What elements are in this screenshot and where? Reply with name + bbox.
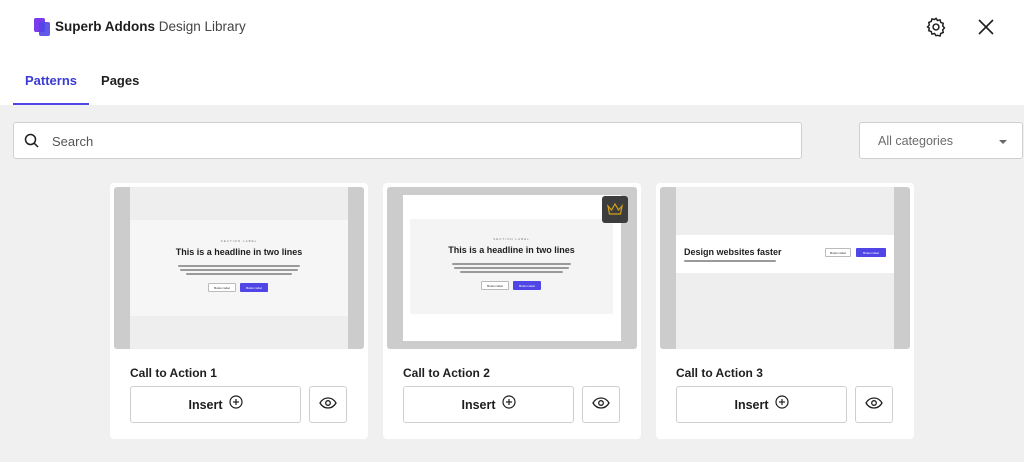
- plus-circle-icon: [774, 395, 789, 414]
- pattern-title: Call to Action 2: [403, 366, 490, 380]
- insert-button[interactable]: Insert: [676, 386, 847, 423]
- preview-headline: Design websites faster: [684, 247, 782, 257]
- header: Superb Addons Design Library Patterns Pa…: [0, 0, 1024, 105]
- eye-icon: [865, 396, 883, 414]
- pattern-preview[interactable]: SECTION LABEL This is a headline in two …: [114, 187, 364, 349]
- search-box: [13, 122, 802, 159]
- superb-addons-logo: [34, 18, 50, 36]
- category-select-value: All categories: [878, 134, 954, 148]
- pattern-card: Design websites faster Button label Butt…: [656, 183, 914, 439]
- preview-button-outline: Button label: [208, 283, 236, 292]
- preview-button-outline: Button label: [481, 281, 509, 290]
- preview-button-outline: Button label: [825, 248, 851, 257]
- brand-name: Superb Addons: [55, 19, 155, 34]
- close-icon[interactable]: [973, 14, 999, 40]
- search-icon: [23, 132, 41, 155]
- insert-button[interactable]: Insert: [403, 386, 574, 423]
- eye-icon: [592, 396, 610, 414]
- brand-title: Superb Addons Design Library: [55, 19, 246, 34]
- insert-label: Insert: [188, 397, 223, 412]
- preview-eyebrow: SECTION LABEL: [493, 237, 530, 241]
- preview-button[interactable]: [309, 386, 347, 423]
- premium-crown-icon: [602, 196, 628, 223]
- pattern-title: Call to Action 3: [676, 366, 763, 380]
- insert-label: Insert: [734, 397, 769, 412]
- plus-circle-icon: [501, 395, 516, 414]
- pattern-preview[interactable]: SECTION LABEL This is a headline in two …: [387, 187, 637, 349]
- preview-headline: This is a headline in two lines: [448, 245, 575, 255]
- tabs: Patterns Pages: [13, 60, 151, 105]
- preview-button-filled: Button label: [856, 248, 886, 257]
- tab-pages[interactable]: Pages: [89, 60, 151, 105]
- insert-button[interactable]: Insert: [130, 386, 301, 423]
- search-input[interactable]: [52, 131, 752, 151]
- pattern-card: SECTION LABEL This is a headline in two …: [110, 183, 368, 439]
- plus-circle-icon: [228, 395, 243, 414]
- chevron-down-icon: [999, 140, 1007, 144]
- settings-gear-icon[interactable]: [923, 14, 949, 40]
- brand-subtitle: Design Library: [158, 19, 246, 34]
- library-content: All categories SECTION LABEL This is a h…: [0, 105, 1024, 462]
- preview-eyebrow: SECTION LABEL: [220, 239, 258, 243]
- category-select[interactable]: All categories: [859, 122, 1023, 159]
- preview-button[interactable]: [582, 386, 620, 423]
- preview-button[interactable]: [855, 386, 893, 423]
- preview-button-filled: Button label: [240, 283, 268, 292]
- preview-headline: This is a headline in two lines: [175, 247, 303, 257]
- pattern-preview[interactable]: Design websites faster Button label Butt…: [660, 187, 910, 349]
- preview-button-filled: Button label: [513, 281, 541, 290]
- pattern-card: SECTION LABEL This is a headline in two …: [383, 183, 641, 439]
- eye-icon: [319, 396, 337, 414]
- tab-patterns[interactable]: Patterns: [13, 60, 90, 105]
- pattern-title: Call to Action 1: [130, 366, 217, 380]
- insert-label: Insert: [461, 397, 496, 412]
